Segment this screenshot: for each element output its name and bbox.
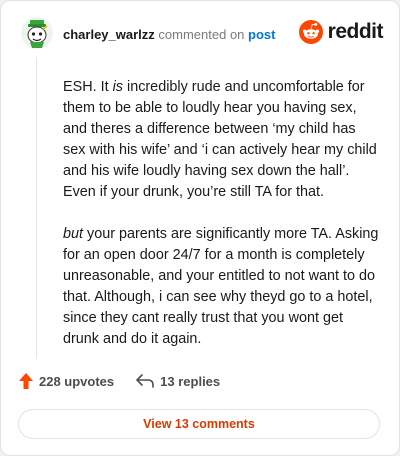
comment-byline: charley_warlzz commented on post [63, 27, 275, 42]
comment-paragraph-2: but your parents are significantly more … [63, 226, 379, 347]
commented-on-text: commented on [158, 27, 245, 42]
replies-button[interactable]: 13 replies [136, 374, 220, 389]
reply-arrow-icon [136, 374, 154, 388]
reddit-wordmark: reddit [327, 20, 384, 43]
reddit-snoo-icon [298, 20, 323, 44]
comment-actions: 228 upvotes 13 replies [19, 373, 220, 389]
user-avatar[interactable] [21, 17, 53, 49]
post-link[interactable]: post [248, 27, 275, 42]
reply-count: 13 replies [160, 373, 221, 389]
upvote-arrow-icon [19, 373, 33, 389]
comment-card: charley_warlzz commented on post reddit … [0, 0, 400, 456]
thread-line[interactable] [36, 57, 37, 359]
comment-body: ESH. It is incredibly rude and uncomfort… [63, 77, 381, 371]
upvote-button[interactable]: 228 upvotes [19, 373, 114, 389]
upvote-count: 228 upvotes [39, 373, 115, 389]
username-link[interactable]: charley_warlzz [63, 27, 155, 42]
emphasis-text: is [112, 79, 123, 95]
reddit-logo[interactable]: reddit [298, 20, 384, 44]
emphasis-text: but [63, 226, 84, 242]
comment-paragraph-1: ESH. It is incredibly rude and uncomfort… [63, 79, 377, 200]
view-comments-button[interactable]: View 13 comments [18, 409, 380, 439]
